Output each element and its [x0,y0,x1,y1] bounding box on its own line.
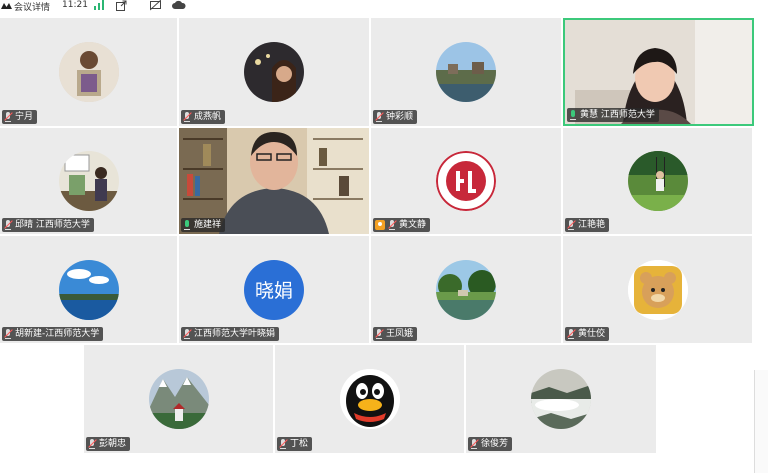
mic-muted-icon [375,112,384,122]
meeting-duration: 11:21 [62,0,88,10]
participant-avatar [531,369,591,429]
participant-label: 徐俊芳 [468,437,513,451]
participant-name: 黄慧 江西师范大学 [580,110,655,120]
participant-tile[interactable]: 钟彩顺 [371,18,561,126]
participant-avatar: 晓娟 [244,259,304,320]
participant-name: 宁月 [15,112,34,122]
participant-label: 彭朝忠 [86,437,131,451]
cloud-icon[interactable] [172,0,186,11]
participant-name: 彭朝忠 [99,439,127,449]
participant-tile[interactable]: 江艳艳 [563,128,752,234]
meeting-logo-icon [1,3,12,9]
signal-icon [94,0,104,10]
active-speaker-tile[interactable]: 黄慧 江西师范大学 [563,18,754,126]
screen-off-icon[interactable] [150,0,161,11]
participant-avatar [58,42,119,102]
mic-muted-icon [279,439,288,449]
participant-label: 胡新建-江西师范大学 [2,327,104,341]
participant-tile[interactable]: 晓娟 江西师范大学叶晓娟 [179,236,369,343]
mic-muted-icon [375,329,384,339]
participant-name: 成燕帆 [194,112,222,122]
participant-avatar [58,259,119,320]
participant-label: 宁月 [2,110,38,124]
mic-muted-icon [183,112,192,122]
participant-name: 江艳艳 [578,220,606,230]
participant-avatar [58,151,119,211]
participant-label: 黄慧 江西师范大学 [567,108,659,122]
mic-active-icon [183,220,191,230]
participant-avatar [148,369,209,429]
host-badge-icon [375,220,385,230]
participant-tile[interactable]: 丁松 [275,345,464,453]
participant-tile[interactable]: 黄文静 [371,128,561,234]
participant-name: 徐俊芳 [481,439,509,449]
participant-name: 邱晴 江西师范大学 [15,220,90,230]
mic-muted-icon [88,439,97,449]
participant-name: 施建祥 [194,220,222,230]
participant-label: 黄仕佼 [565,327,610,341]
participant-tile[interactable]: 黄仕佼 [563,236,752,343]
participant-label: 黄文静 [373,218,431,232]
participant-label: 邱晴 江西师范大学 [2,218,94,232]
mic-muted-icon [183,329,192,339]
participant-label: 江艳艳 [565,218,610,232]
participant-tile[interactable]: 王凤娥 [371,236,561,343]
participant-avatar [627,151,688,211]
mic-muted-icon [567,220,576,230]
status-bar: 会议详情 11:21 [0,0,768,14]
participant-tile[interactable]: 施建祥 [179,128,369,234]
participant-label: 施建祥 [181,218,226,232]
participant-name: 王凤娥 [386,329,414,339]
participant-avatar [436,151,496,211]
participant-tile[interactable]: 彭朝忠 [84,345,273,453]
participant-avatar [244,42,304,102]
share-icon[interactable] [116,0,127,11]
participant-label: 钟彩顺 [373,110,418,124]
participant-avatar [339,369,400,429]
mic-muted-icon [4,329,13,339]
participant-label: 丁松 [277,437,313,451]
avatar-initials: 晓娟 [254,280,293,302]
mic-active-icon [569,110,577,120]
participant-name: 胡新建-江西师范大学 [15,329,100,339]
side-panel-edge[interactable] [754,370,768,473]
mic-muted-icon [567,329,576,339]
participant-name: 黄仕佼 [578,329,606,339]
mic-muted-icon [388,220,397,230]
participant-tile[interactable]: 徐俊芳 [466,345,656,453]
participant-name: 江西师范大学叶晓娟 [194,329,276,339]
participant-tile[interactable]: 邱晴 江西师范大学 [0,128,177,234]
mic-muted-icon [470,439,479,449]
participant-avatar [436,259,496,320]
participant-avatar [436,42,496,102]
participant-tile[interactable]: 成燕帆 [179,18,369,126]
participant-tile[interactable]: 宁月 [0,18,177,126]
mic-muted-icon [4,112,13,122]
participant-name: 丁松 [290,439,309,449]
participant-avatar [627,259,688,320]
participant-name: 黄文静 [399,220,427,230]
participant-tile[interactable]: 胡新建-江西师范大学 [0,236,177,343]
participant-label: 王凤娥 [373,327,418,341]
participant-label: 成燕帆 [181,110,226,124]
participant-name: 钟彩顺 [386,112,414,122]
video-grid: 宁月 成燕帆 钟彩顺 黄慧 江西师范大学 邱晴 江西师范大学 施建祥 黄文静 江… [0,14,768,473]
meeting-details-link[interactable]: 会议详情 [14,0,50,13]
mic-muted-icon [4,220,13,230]
participant-label: 江西师范大学叶晓娟 [181,327,280,341]
